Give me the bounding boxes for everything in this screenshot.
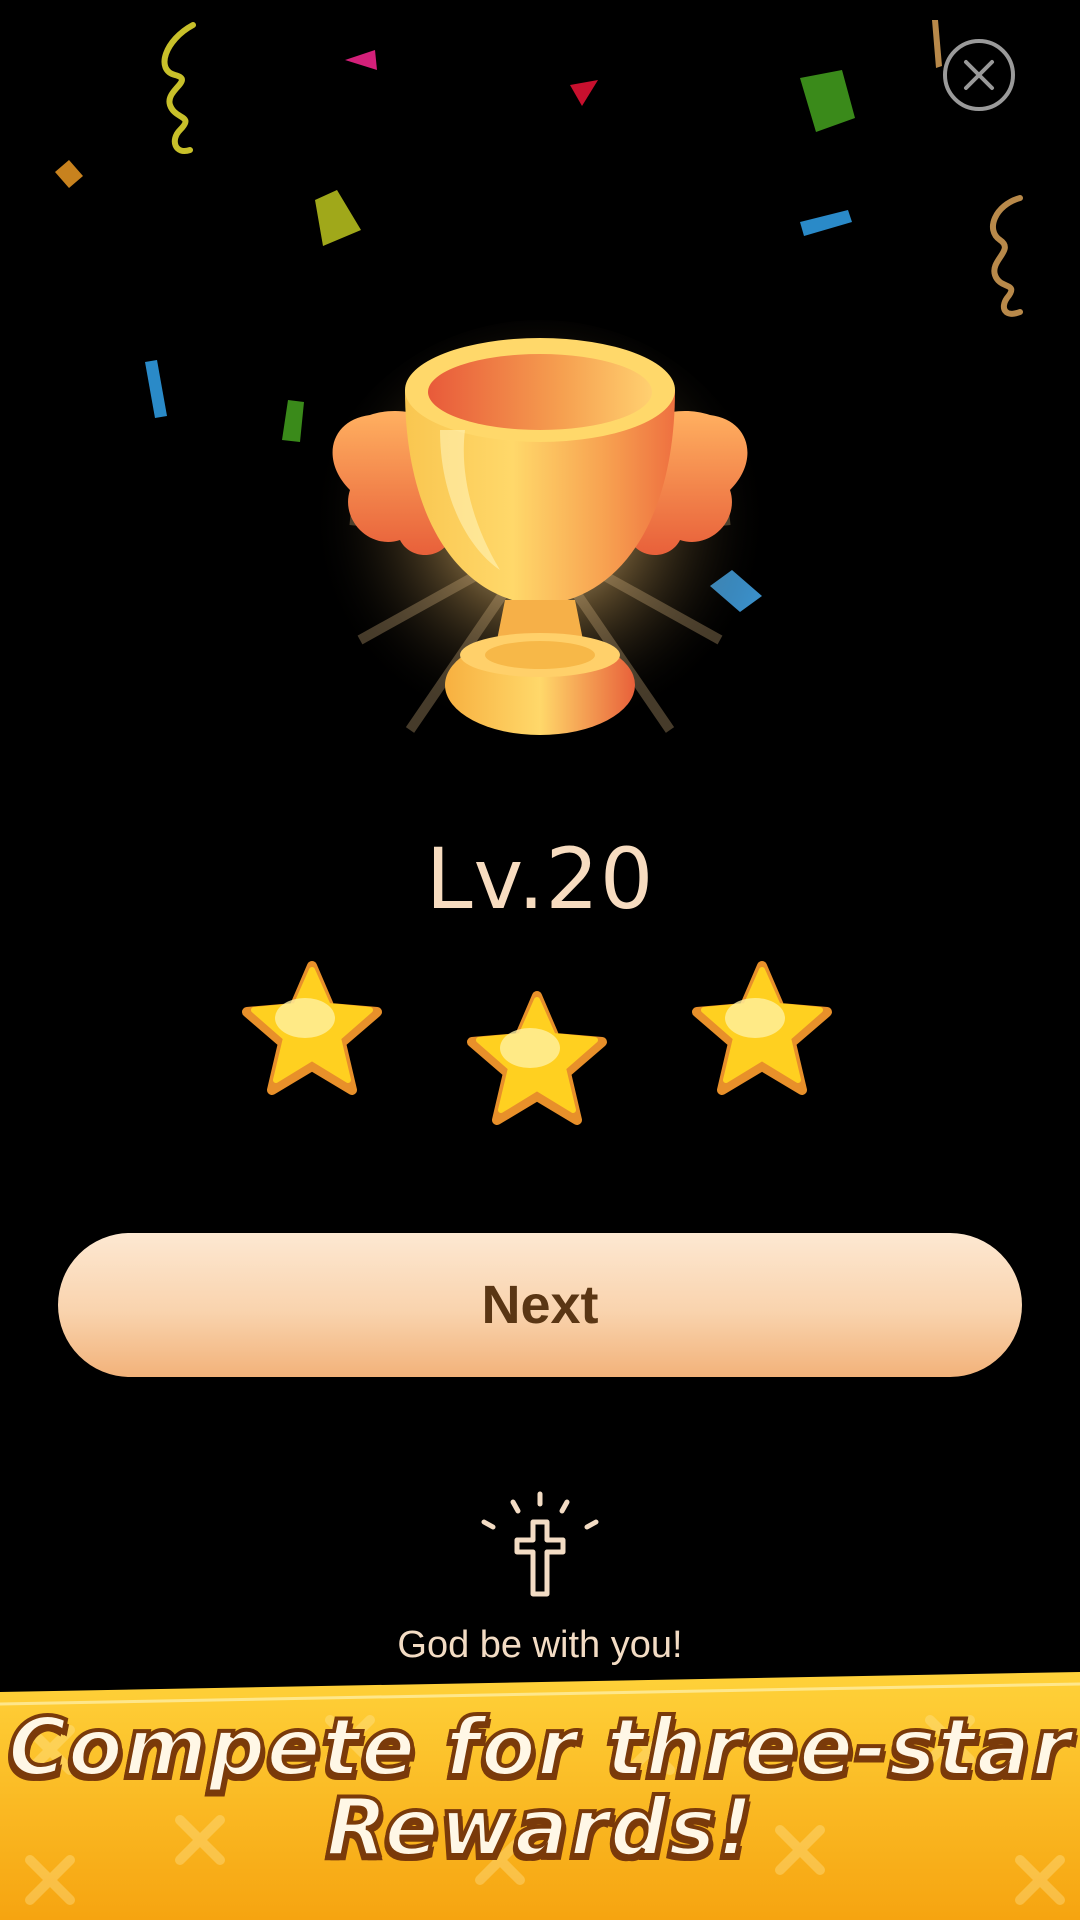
confetti-piece bbox=[315, 190, 361, 246]
confetti-streamer bbox=[989, 195, 1023, 317]
blessing-text: God be with you! bbox=[397, 1624, 683, 1666]
trophy-image bbox=[290, 320, 790, 760]
confetti-piece bbox=[800, 210, 852, 236]
confetti-streamer bbox=[161, 22, 196, 154]
winged-trophy-icon bbox=[310, 320, 770, 760]
star-icon bbox=[692, 961, 832, 1095]
next-button[interactable]: Next bbox=[58, 1233, 1022, 1377]
promo-headline: Compete for three-star Rewards! bbox=[0, 1701, 1080, 1874]
promo-line-1: Compete for three-star bbox=[6, 1701, 1073, 1794]
next-button-label: Next bbox=[481, 1275, 599, 1335]
close-icon bbox=[964, 60, 994, 90]
level-label: Lv.20 bbox=[425, 830, 655, 928]
promo-banner[interactable]: Compete for three-star Rewards! bbox=[0, 1670, 1080, 1920]
star-icon bbox=[242, 961, 382, 1095]
promo-line-2: Rewards! bbox=[324, 1781, 756, 1874]
confetti-piece bbox=[570, 80, 598, 106]
cross-icon bbox=[481, 1491, 599, 1597]
confetti-piece bbox=[145, 360, 167, 418]
confetti-piece bbox=[800, 70, 855, 132]
close-button[interactable] bbox=[943, 39, 1015, 111]
star-icon bbox=[467, 991, 607, 1125]
confetti-piece bbox=[55, 160, 83, 188]
confetti-piece bbox=[345, 50, 377, 70]
